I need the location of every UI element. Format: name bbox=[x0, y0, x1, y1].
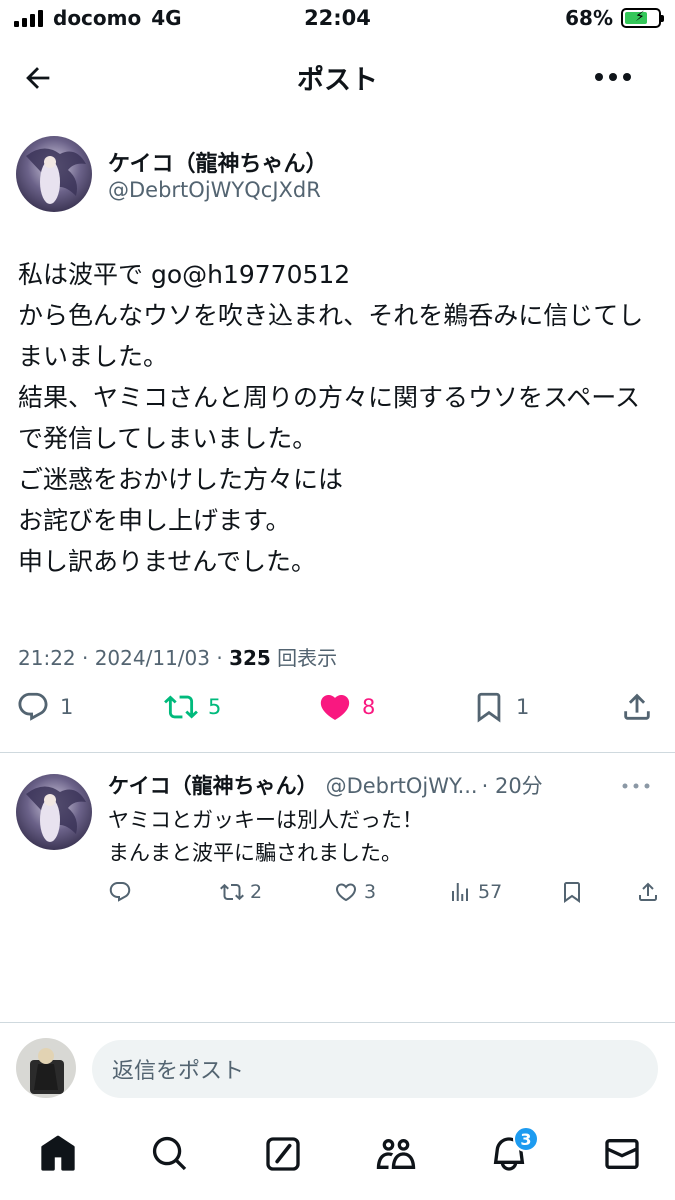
reply-repost-button[interactable]: 2 bbox=[220, 880, 262, 904]
home-icon bbox=[41, 1135, 75, 1171]
tab-communities[interactable] bbox=[374, 1132, 418, 1176]
user-avatar[interactable] bbox=[16, 1038, 76, 1098]
heart-icon bbox=[335, 883, 357, 902]
bookmark-button[interactable]: 1 bbox=[472, 690, 529, 724]
reply-button[interactable]: 1 bbox=[16, 690, 73, 724]
post-body: 私は波平で go@h19770512 から色んなウソを吹き込まれ、それを鵜呑みに… bbox=[18, 260, 644, 576]
bookmark-count: 1 bbox=[516, 695, 530, 719]
tab-notifications[interactable]: 3 bbox=[487, 1126, 539, 1176]
bookmark-icon bbox=[477, 692, 501, 723]
more-options-button[interactable] bbox=[591, 62, 635, 92]
share-icon bbox=[639, 882, 657, 901]
tab-home[interactable] bbox=[36, 1132, 80, 1176]
status-right: 68% ⚡ bbox=[565, 6, 664, 30]
reply-repost-count: 2 bbox=[250, 881, 263, 903]
battery-icon: ⚡ bbox=[621, 8, 664, 28]
search-icon bbox=[152, 1136, 187, 1171]
share-icon bbox=[624, 693, 650, 720]
tab-compose[interactable] bbox=[261, 1132, 305, 1176]
author-handle[interactable]: @DebrtOjWYQcJXdR bbox=[108, 178, 321, 202]
bookmark-icon bbox=[564, 882, 580, 903]
reply-like-count: 3 bbox=[364, 881, 377, 903]
author-avatar[interactable] bbox=[16, 136, 92, 212]
post-meta: 21:22 · 2024/11/03 · 325 回表示 bbox=[18, 642, 337, 671]
reply-author-handle[interactable]: @DebrtOjWY... bbox=[326, 774, 478, 798]
compose-icon bbox=[266, 1137, 300, 1171]
reply-count: 1 bbox=[60, 695, 74, 719]
more-horizontal-icon bbox=[622, 783, 650, 789]
post-actions: 1 5 8 1 bbox=[16, 690, 659, 740]
reply-avatar[interactable] bbox=[16, 774, 92, 850]
reply-like-button[interactable]: 3 bbox=[334, 880, 376, 904]
reply-header: ケイコ（龍神ちゃん） @DebrtOjWY... · 20分 bbox=[108, 770, 543, 800]
communities-icon bbox=[376, 1139, 416, 1169]
tab-search[interactable] bbox=[148, 1132, 192, 1176]
repost-icon bbox=[164, 695, 198, 719]
tab-messages[interactable] bbox=[600, 1132, 644, 1176]
messages-icon bbox=[605, 1139, 639, 1169]
views-chart-icon bbox=[452, 883, 468, 901]
views-count: 325 bbox=[229, 646, 271, 670]
status-bar: docomo 4G 22:04 68% ⚡ bbox=[0, 0, 675, 38]
page-title: ポスト bbox=[297, 65, 378, 96]
reply-author-name[interactable]: ケイコ（龍神ちゃん） bbox=[108, 774, 318, 798]
divider bbox=[0, 1022, 675, 1023]
reply-text: ヤミコとガッキーは別人だった！ まんまと波平に騙されました。 bbox=[108, 808, 423, 865]
reply-time: · 20分 bbox=[481, 774, 543, 798]
reply-views-button[interactable]: 57 bbox=[448, 880, 502, 904]
share-button[interactable] bbox=[620, 690, 654, 724]
author-name[interactable]: ケイコ（龍神ちゃん） bbox=[108, 146, 328, 178]
reply-reply-button[interactable] bbox=[108, 880, 138, 904]
repost-icon bbox=[220, 883, 244, 901]
views-label: 回表示 bbox=[270, 646, 338, 670]
reply-input[interactable]: 返信をポスト bbox=[92, 1040, 658, 1098]
bottom-tab-bar: 3 bbox=[0, 1118, 675, 1200]
reply-icon bbox=[18, 692, 48, 721]
more-horizontal-icon bbox=[595, 73, 631, 81]
heart-filled-icon bbox=[320, 694, 350, 720]
reply-icon bbox=[109, 882, 131, 902]
reply-actions: 2 3 57 bbox=[108, 880, 659, 914]
repost-button[interactable]: 5 bbox=[164, 690, 221, 724]
reply-bookmark-button[interactable] bbox=[560, 880, 584, 904]
like-count: 8 bbox=[362, 695, 376, 719]
reply-share-button[interactable] bbox=[636, 880, 660, 904]
notifications-badge: 3 bbox=[513, 1126, 539, 1152]
reply-composer: 返信をポスト bbox=[0, 1024, 675, 1110]
reply-more-button[interactable] bbox=[621, 776, 655, 796]
post-timestamp[interactable]: 21:22 · 2024/11/03 · bbox=[18, 646, 229, 670]
reply-views-count: 57 bbox=[478, 881, 503, 903]
divider bbox=[0, 752, 675, 753]
battery-percent: 68% bbox=[565, 6, 613, 30]
like-button[interactable]: 8 bbox=[318, 690, 375, 724]
nav-header: ポスト bbox=[0, 40, 675, 112]
repost-count: 5 bbox=[208, 695, 222, 719]
